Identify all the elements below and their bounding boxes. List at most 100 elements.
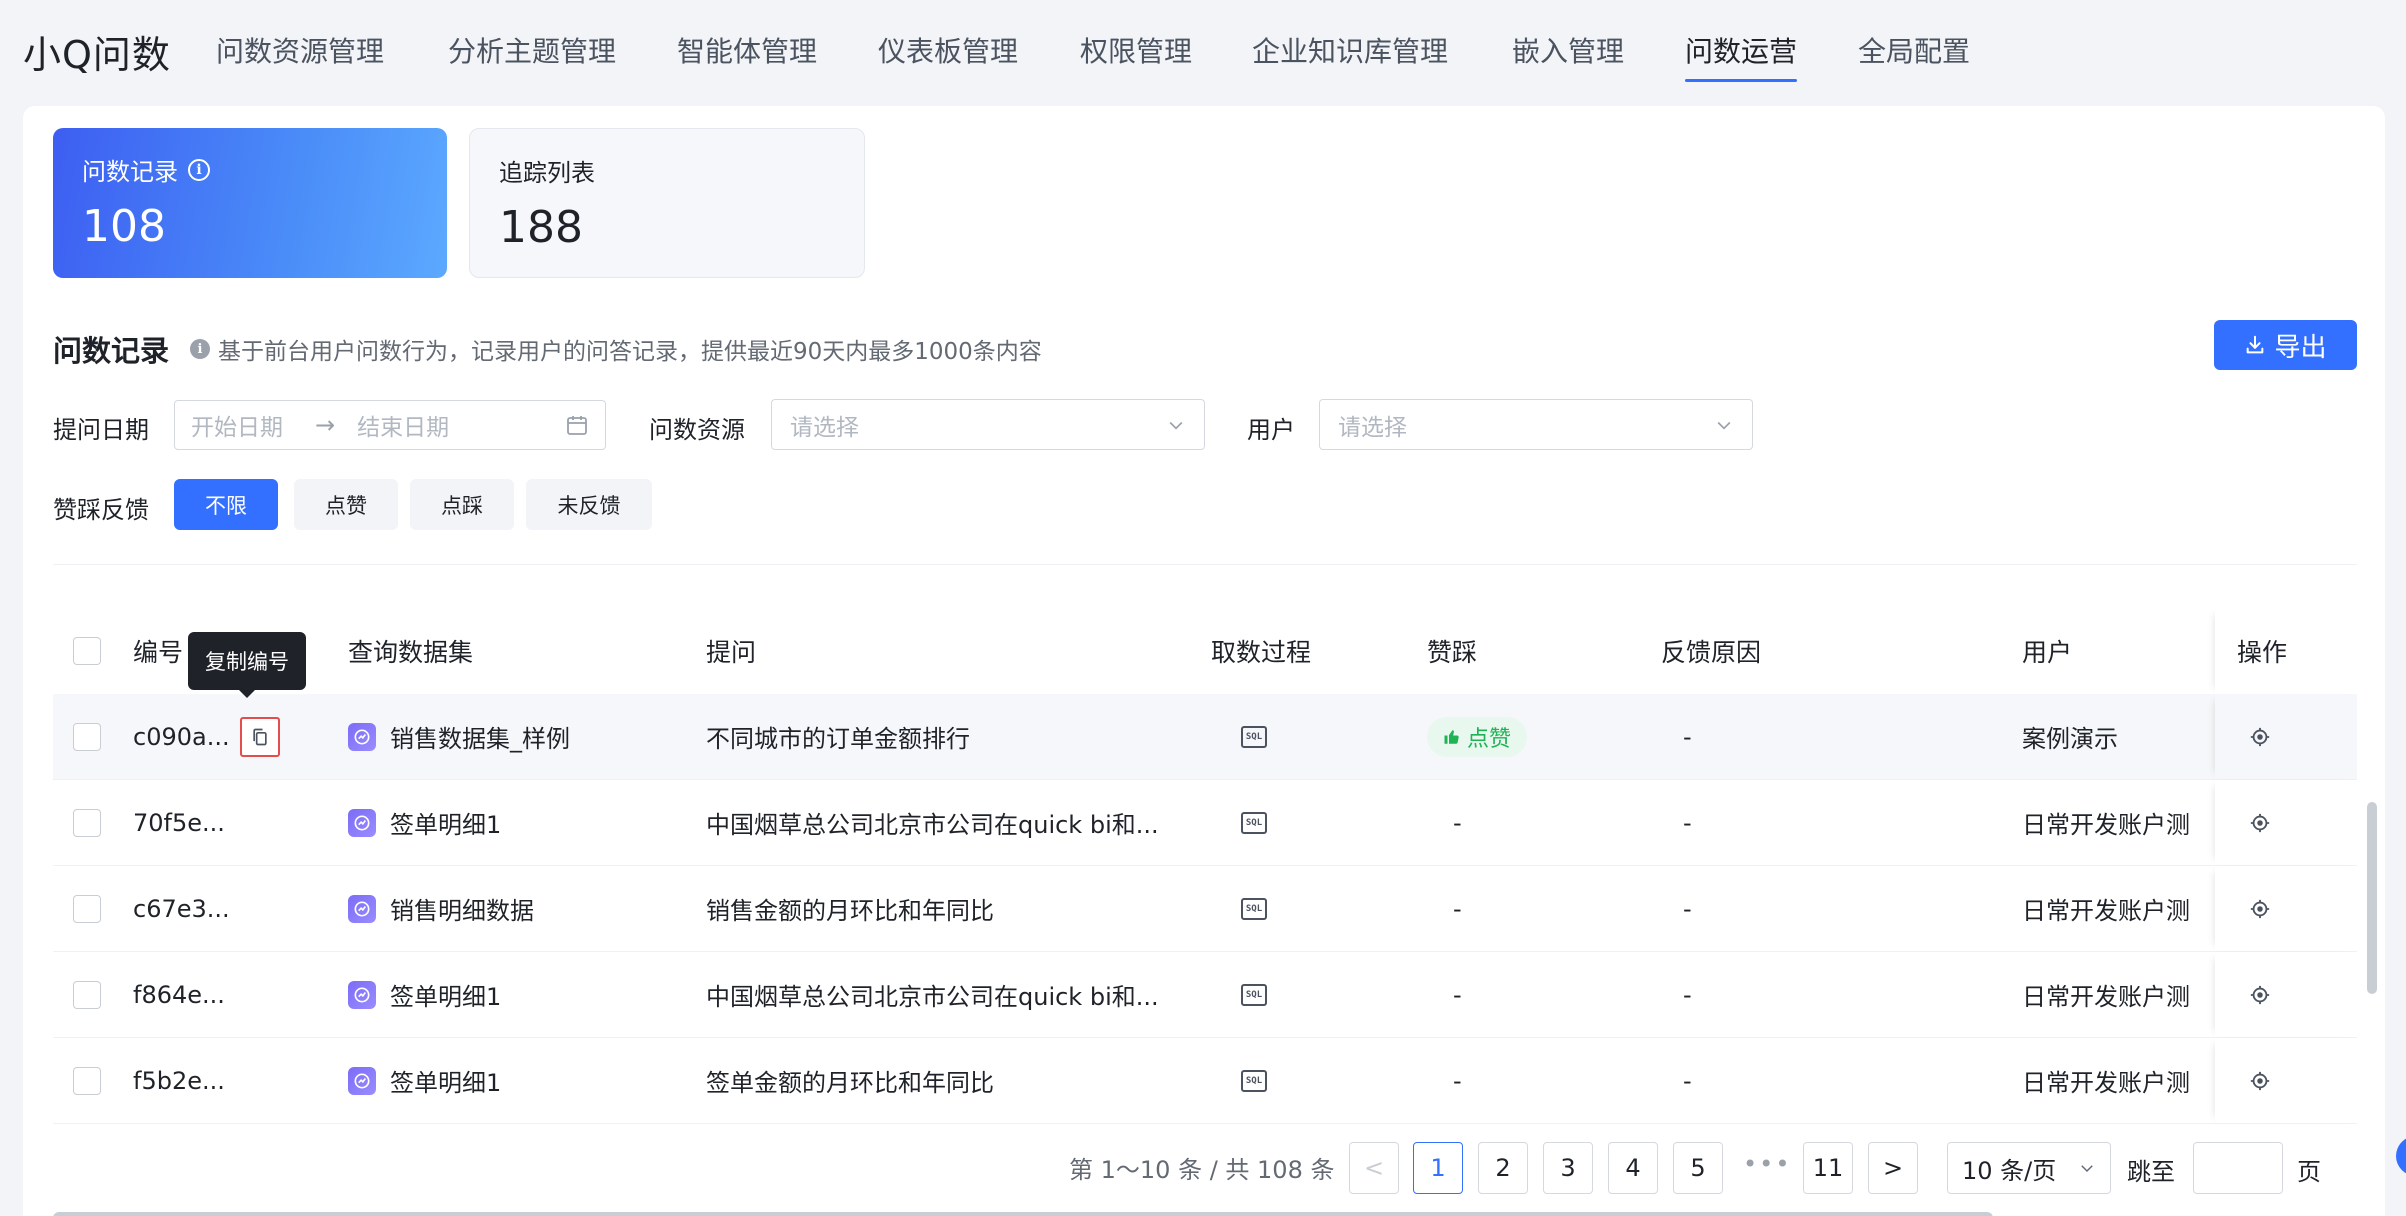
nav-item-dashboard[interactable]: 仪表板管理 (878, 30, 1018, 82)
feedback-filter-label: 赞踩反馈 (53, 496, 149, 524)
row-checkbox[interactable] (73, 1066, 101, 1095)
feedback-option-all[interactable]: 不限 (174, 479, 278, 530)
column-header-feedback: 赞踩 (1427, 638, 1478, 667)
date-filter-label: 提问日期 (53, 416, 149, 444)
thumbs-up-icon (1444, 729, 1459, 744)
info-icon: i (190, 339, 210, 359)
row-question: 签单金额的月环比和年同比 (706, 1069, 994, 1097)
row-id: f5b2e... (133, 1066, 225, 1095)
row-process-cell: SQL (1241, 694, 1267, 779)
row-id: f864e... (133, 980, 225, 1009)
export-button[interactable]: 导出 (2214, 320, 2357, 370)
page-button-11[interactable]: 11 (1803, 1142, 1853, 1194)
row-dataset-cell: 销售数据集_样例 (348, 694, 570, 779)
row-id: c67e3... (133, 894, 230, 923)
records-card[interactable]: 问数记录 i 108 (53, 128, 447, 278)
track-icon[interactable] (2249, 866, 2271, 951)
row-checkbox[interactable] (73, 808, 101, 837)
jump-to-label: 跳至 (2127, 1158, 2175, 1186)
tracking-card[interactable]: 追踪列表 188 (469, 128, 865, 278)
page-button-1[interactable]: 1 (1413, 1142, 1463, 1194)
sql-icon[interactable]: SQL (1241, 811, 1267, 834)
row-dataset-name[interactable]: 签单明细1 (390, 1063, 501, 1098)
divider (53, 564, 2357, 565)
track-icon[interactable] (2249, 694, 2271, 779)
resource-filter-label: 问数资源 (649, 416, 745, 444)
row-process-cell: SQL (1241, 866, 1267, 951)
page-size-select[interactable]: 10 条/页 (1947, 1142, 2111, 1194)
feedback-option-like[interactable]: 点赞 (294, 479, 398, 530)
row-checkbox[interactable] (73, 980, 101, 1009)
pagination-summary: 第 1～10 条 / 共 108 条 (1069, 1156, 1335, 1184)
sql-icon[interactable]: SQL (1241, 1069, 1267, 1092)
nav-item-permission[interactable]: 权限管理 (1080, 30, 1192, 82)
feedback-option-none[interactable]: 未反馈 (526, 479, 652, 530)
nav-item-global-config[interactable]: 全局配置 (1858, 30, 1970, 82)
feedback-option-dislike[interactable]: 点踩 (410, 479, 514, 530)
page-button-5[interactable]: 5 (1673, 1142, 1723, 1194)
row-dataset-name[interactable]: 签单明细1 (390, 805, 501, 840)
table-row[interactable]: 70f5e... 签单明细1 中国烟草总公司北京市公司在quick bi和...… (53, 780, 2357, 866)
row-checkbox-cell (73, 694, 101, 779)
copy-id-button[interactable] (239, 716, 280, 757)
date-range-picker[interactable]: 开始日期 → 结束日期 (174, 400, 606, 450)
jump-to-input[interactable] (2193, 1142, 2283, 1194)
track-icon[interactable] (2249, 1038, 2271, 1123)
row-feedback-cell: 点赞 (1427, 694, 1528, 779)
resource-select[interactable]: 请选择 (771, 399, 1205, 450)
user-select[interactable]: 请选择 (1319, 399, 1753, 450)
nav-item-knowledge[interactable]: 企业知识库管理 (1252, 30, 1448, 82)
vertical-scrollbar[interactable] (2367, 802, 2377, 994)
page-button-4[interactable]: 4 (1608, 1142, 1658, 1194)
horizontal-scrollbar[interactable] (53, 1212, 1993, 1216)
row-checkbox[interactable] (73, 894, 101, 923)
records-table: 编号 查询数据集 提问 取数过程 赞踩 反馈原因 用户 操作 c090a... … (53, 608, 2357, 1208)
table-row[interactable]: c090a... 销售数据集_样例 不同城市的订单金额排行 SQL 点赞 - 案… (53, 694, 2357, 780)
dataset-icon (348, 808, 376, 837)
sql-icon[interactable]: SQL (1241, 983, 1267, 1006)
row-dataset-name[interactable]: 签单明细1 (390, 977, 501, 1012)
row-id: c090a... (133, 722, 230, 751)
next-page-button[interactable]: > (1868, 1142, 1918, 1194)
nav-item-topic[interactable]: 分析主题管理 (448, 30, 616, 82)
user-filter-label: 用户 (1247, 416, 1295, 444)
end-date-input[interactable]: 结束日期 (357, 408, 449, 442)
row-process-cell: SQL (1241, 780, 1267, 865)
row-dataset-cell: 销售明细数据 (348, 866, 534, 951)
top-navigation: 小Q问数 问数资源管理 分析主题管理 智能体管理 仪表板管理 权限管理 企业知识… (0, 0, 2406, 104)
section-description-text: 基于前台用户问数行为，记录用户的问答记录，提供最近90天内最多1000条内容 (218, 339, 1042, 365)
nav-item-operations[interactable]: 问数运营 (1685, 30, 1798, 82)
prev-page-button[interactable]: < (1349, 1142, 1399, 1194)
dataset-icon (348, 894, 376, 923)
nav-item-resource[interactable]: 问数资源管理 (216, 30, 384, 82)
nav-item-agent[interactable]: 智能体管理 (677, 30, 817, 82)
pagination-ellipsis[interactable]: ••• (1743, 1150, 1791, 1178)
row-checkbox[interactable] (73, 722, 101, 751)
row-feedback: - (1453, 980, 1462, 1009)
column-header-user: 用户 (2022, 638, 2073, 667)
row-dataset-name[interactable]: 销售数据集_样例 (390, 719, 570, 754)
table-row[interactable]: f5b2e... 签单明细1 签单金额的月环比和年同比 SQL - - 日常开发… (53, 1038, 2357, 1124)
table-row[interactable]: c67e3... 销售明细数据 销售金额的月环比和年同比 SQL - - 日常开… (53, 866, 2357, 952)
page-button-2[interactable]: 2 (1478, 1142, 1528, 1194)
table-row[interactable]: f864e... 签单明细1 中国烟草总公司北京市公司在quick bi和...… (53, 952, 2357, 1038)
column-header-ops: 操作 (2237, 638, 2288, 667)
row-user: 日常开发账户测 (2022, 897, 2190, 925)
info-icon[interactable]: i (188, 158, 210, 181)
sql-icon[interactable]: SQL (1241, 897, 1267, 920)
page-button-3[interactable]: 3 (1543, 1142, 1593, 1194)
row-checkbox-cell (73, 952, 101, 1037)
row-reason: - (1683, 808, 1692, 837)
nav-item-embed[interactable]: 嵌入管理 (1512, 30, 1624, 82)
row-user: 案例演示 (2022, 725, 2118, 753)
row-ops-cell (2215, 780, 2357, 865)
track-icon[interactable] (2249, 952, 2271, 1037)
row-checkbox-cell (73, 866, 101, 951)
start-date-input[interactable]: 开始日期 (191, 408, 283, 442)
sql-icon[interactable]: SQL (1241, 725, 1267, 748)
track-icon[interactable] (2249, 780, 2271, 865)
row-question: 不同城市的订单金额排行 (706, 725, 970, 753)
select-all-checkbox[interactable] (73, 637, 101, 665)
row-dataset-name[interactable]: 销售明细数据 (390, 891, 534, 926)
row-question: 中国烟草总公司北京市公司在quick bi和... (706, 811, 1159, 839)
